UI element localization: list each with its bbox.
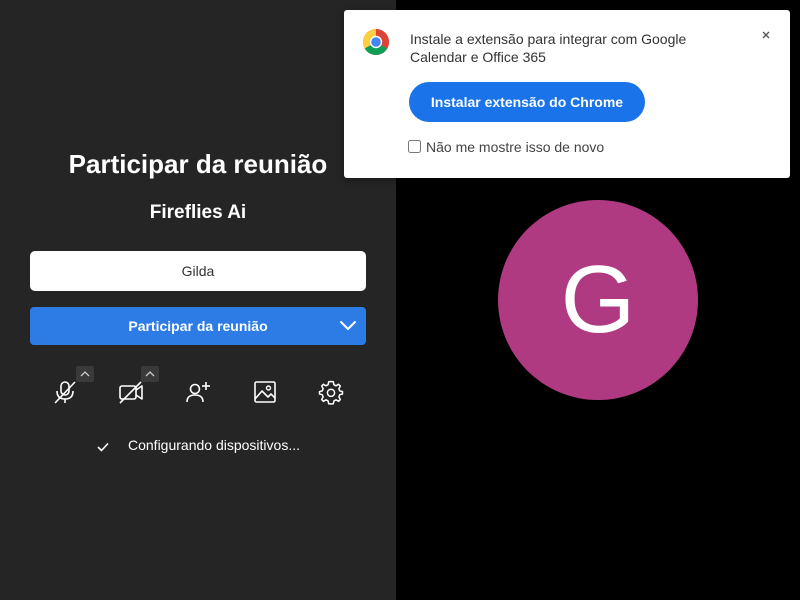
avatar: G [498, 200, 698, 400]
device-controls [0, 366, 396, 416]
extension-popup: Instale a extensão para integrar com Goo… [344, 10, 790, 178]
close-icon[interactable] [760, 28, 772, 40]
join-panel: Participar da reunião Fireflies Ai Parti… [0, 0, 396, 600]
name-input[interactable] [30, 251, 366, 291]
image-icon[interactable] [251, 378, 279, 406]
install-extension-button[interactable]: Instalar extensão do Chrome [409, 82, 645, 122]
meeting-name: Fireflies Ai [149, 202, 247, 223]
status-text: Configurando dispositivos... [128, 437, 300, 453]
dont-show-again-checkbox[interactable] [408, 140, 421, 153]
join-meeting-button[interactable]: Participar da reunião [30, 307, 366, 345]
chevron-down-icon[interactable] [338, 319, 358, 333]
popup-message: Instale a extensão para integrar com Goo… [410, 31, 687, 65]
gear-icon[interactable] [317, 378, 345, 406]
microphone-options-button[interactable] [76, 366, 94, 382]
page-title: Participar da reunião [68, 149, 328, 179]
checkmark-icon [96, 438, 110, 452]
meeting-join-screen: Participar da reunião Fireflies Ai Parti… [0, 0, 800, 600]
chrome-logo-icon [362, 28, 390, 56]
dont-show-again-label[interactable]: Não me mostre isso de novo [426, 138, 604, 156]
microphone-off-icon[interactable] [51, 378, 79, 406]
camera-off-icon[interactable] [117, 378, 145, 406]
join-meeting-button-label: Participar da reunião [128, 318, 268, 334]
add-person-icon[interactable] [184, 378, 212, 406]
camera-options-button[interactable] [141, 366, 159, 382]
